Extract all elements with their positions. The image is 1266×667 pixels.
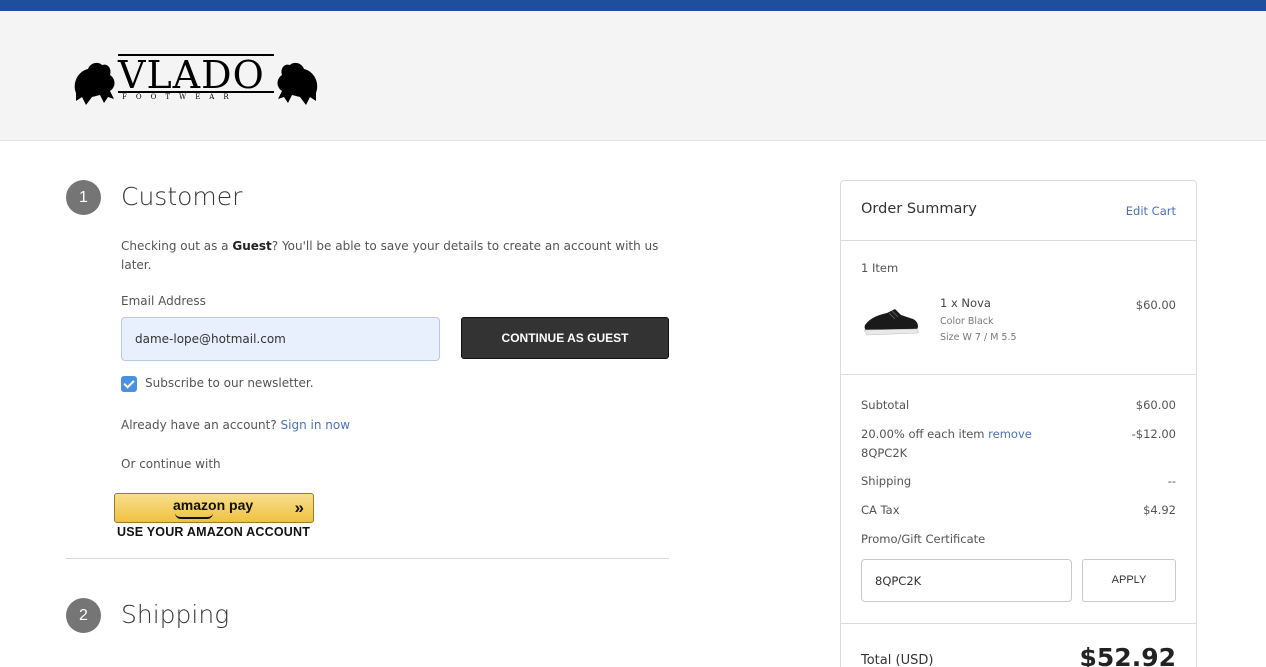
site-header: VLADO FOOTWEAR — [0, 11, 1266, 141]
discount-code: 8QPC2K — [861, 446, 908, 460]
item-price: $60.00 — [1135, 298, 1176, 312]
browser-top-bar — [0, 0, 1266, 11]
amazon-caption: USE YOUR AMAZON ACCOUNT — [117, 525, 311, 539]
step-number-shipping: 2 — [66, 598, 101, 633]
double-chevron-icon: » — [294, 498, 305, 517]
section-divider — [66, 558, 669, 559]
item-name: 1 x Nova — [940, 296, 991, 310]
order-summary-panel: Order Summary Edit Cart 1 Item 1 x Nova … — [840, 180, 1197, 667]
account-prompt: Already have an account? Sign in now — [121, 418, 351, 432]
apply-promo-button[interactable]: APPLY — [1082, 559, 1176, 602]
amazon-pay-label: amazon pay — [173, 497, 254, 513]
order-summary-title: Order Summary — [861, 201, 977, 217]
newsletter-checkbox[interactable] — [121, 376, 137, 392]
brand-logo[interactable]: VLADO FOOTWEAR — [70, 53, 322, 113]
email-label: Email Address — [121, 294, 206, 308]
sign-in-link[interactable]: Sign in now — [281, 418, 351, 432]
step-number-customer: 1 — [66, 180, 101, 215]
edit-cart-link[interactable]: Edit Cart — [1126, 204, 1176, 218]
item-size: Size W 7 / M 5.5 — [940, 332, 1017, 343]
logo-tagline: FOOTWEAR — [122, 93, 238, 101]
guest-checkout-note: Checking out as a Guest? You'll be able … — [121, 239, 659, 272]
continue-with-label: Or continue with — [121, 457, 221, 471]
continue-as-guest-button[interactable]: CONTINUE AS GUEST — [461, 317, 669, 359]
tax-label: CA Tax — [861, 503, 900, 517]
shipping-label: Shipping — [861, 474, 912, 488]
shipping-value: -- — [1167, 474, 1176, 488]
product-thumbnail-icon — [863, 309, 919, 336]
discount-label: 20.00% off each item remove — [861, 427, 1032, 441]
summary-divider — [841, 240, 1196, 241]
promo-gift-certificate-link[interactable]: Promo/Gift Certificate — [861, 532, 985, 546]
tax-value: $4.92 — [1143, 503, 1176, 517]
summary-divider — [841, 623, 1196, 624]
amazon-smile-icon — [175, 513, 213, 519]
item-color: Color Black — [940, 316, 994, 327]
newsletter-label: Subscribe to our newsletter. — [145, 376, 314, 390]
section-title-shipping[interactable]: Shipping — [121, 600, 229, 629]
remove-discount-link[interactable]: remove — [988, 427, 1032, 441]
promo-code-input[interactable] — [861, 559, 1072, 602]
section-title-customer: Customer — [121, 182, 243, 211]
discount-value: -$12.00 — [1131, 427, 1176, 441]
amazon-pay-button[interactable]: amazon pay » — [114, 493, 314, 523]
total-label: Total (USD) — [861, 653, 934, 667]
summary-divider — [841, 374, 1196, 375]
subtotal-value: $60.00 — [1135, 398, 1176, 412]
email-field[interactable] — [121, 317, 440, 361]
total-amount: $52.92 — [1079, 643, 1176, 667]
item-count: 1 Item — [861, 261, 899, 275]
subtotal-label: Subtotal — [861, 398, 910, 412]
